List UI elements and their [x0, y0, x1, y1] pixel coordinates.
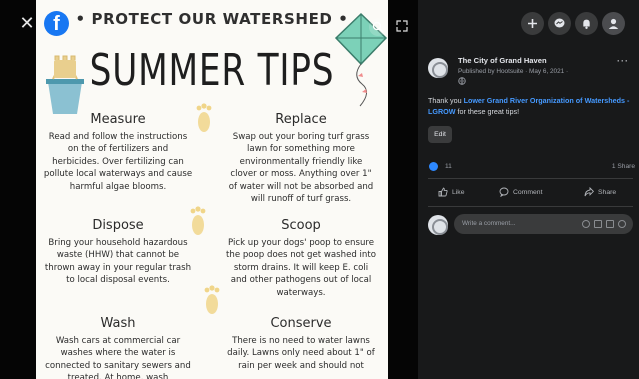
reaction-count[interactable]: 11: [445, 162, 452, 171]
tip-wash: Wash Wash cars at commercial car washes …: [43, 316, 193, 379]
comment-label: Comment: [513, 189, 543, 196]
tip-dispose: Dispose Bring your household hazardous w…: [43, 218, 193, 287]
sticker-icon[interactable]: [618, 220, 626, 228]
post-text-after: for these great tips!: [455, 106, 520, 116]
thumbs-up-icon: [438, 187, 448, 197]
like-reaction-icon: [429, 162, 438, 171]
divider: [428, 206, 633, 207]
tip-title: Replace: [275, 112, 327, 127]
tip-replace: Replace Swap out your boring turf grass …: [226, 112, 376, 205]
post-options-button[interactable]: ···: [617, 57, 629, 66]
poster-image[interactable]: • PROTECT OUR WATERSHED • SUMMER TIPS Me…: [36, 0, 388, 379]
share-button[interactable]: Share: [584, 186, 616, 200]
post-meta: Published by Hootsuite · May 6, 2021 ·: [458, 68, 569, 75]
like-button[interactable]: Like: [438, 186, 464, 200]
poster-title: SUMMER TIPS: [89, 45, 335, 96]
fullscreen-icon[interactable]: [396, 19, 408, 32]
comment-button[interactable]: Comment: [499, 186, 542, 200]
photo-viewer: • PROTECT OUR WATERSHED • SUMMER TIPS Me…: [0, 0, 418, 379]
page-avatar[interactable]: [428, 58, 448, 78]
post-text: Thank you Lower Grand River Organization…: [428, 96, 633, 117]
comment-box[interactable]: [454, 214, 633, 234]
account-icon: [608, 18, 619, 29]
post-text-before: Thank you: [428, 96, 464, 105]
post-author[interactable]: The City of Grand Haven: [458, 56, 547, 66]
bell-icon: [583, 19, 590, 29]
share-label: Share: [598, 189, 617, 196]
comment-icon: [499, 187, 509, 198]
close-icon[interactable]: ✕: [19, 14, 35, 32]
share-icon: [584, 187, 595, 197]
gif-icon[interactable]: [606, 220, 614, 228]
tip-conserve: Conserve There is no need to water lawns…: [226, 316, 376, 372]
tip-body: There is no need to water lawns daily. L…: [227, 336, 375, 371]
tip-title: Dispose: [92, 218, 144, 233]
tip-title: Wash: [100, 316, 136, 331]
messenger-icon: [554, 18, 565, 28]
plus-icon: [528, 19, 537, 28]
notifications-button[interactable]: [575, 12, 598, 35]
divider: [428, 178, 633, 179]
share-count[interactable]: 1 Share: [590, 162, 635, 171]
account-button[interactable]: [602, 12, 625, 35]
footprint-icon: [204, 285, 220, 314]
tip-body: Read and follow the instructions on the …: [43, 132, 193, 192]
globe-icon: [458, 77, 466, 85]
edit-button[interactable]: Edit: [428, 126, 452, 143]
like-label: Like: [452, 189, 465, 196]
tip-title: Conserve: [270, 316, 332, 331]
tip-body: Bring your household hazardous waste (HH…: [44, 238, 192, 286]
emoji-icon[interactable]: [582, 220, 590, 228]
tip-body: Swap out your boring turf grass lawn for…: [228, 132, 374, 205]
camera-icon[interactable]: [594, 220, 602, 228]
tip-body: Wash cars at commercial car washes where…: [45, 336, 191, 379]
tip-measure: Measure Read and follow the instructions…: [43, 112, 193, 193]
zoom-icon[interactable]: [369, 18, 387, 36]
commenter-avatar[interactable]: [428, 215, 448, 235]
tip-title: Scoop: [281, 218, 321, 233]
tip-body: Pick up your dogs' poop to ensure the po…: [226, 238, 377, 298]
messenger-button[interactable]: [548, 12, 571, 35]
tip-title: Measure: [90, 112, 146, 127]
comment-input[interactable]: [462, 214, 562, 234]
facebook-logo-icon[interactable]: f: [44, 11, 69, 36]
tip-scoop: Scoop Pick up your dogs' poop to ensure …: [226, 218, 376, 299]
footprint-icon: [196, 103, 212, 132]
create-button[interactable]: [521, 12, 544, 35]
post-sidebar: The City of Grand Haven Published by Hoo…: [418, 0, 639, 379]
